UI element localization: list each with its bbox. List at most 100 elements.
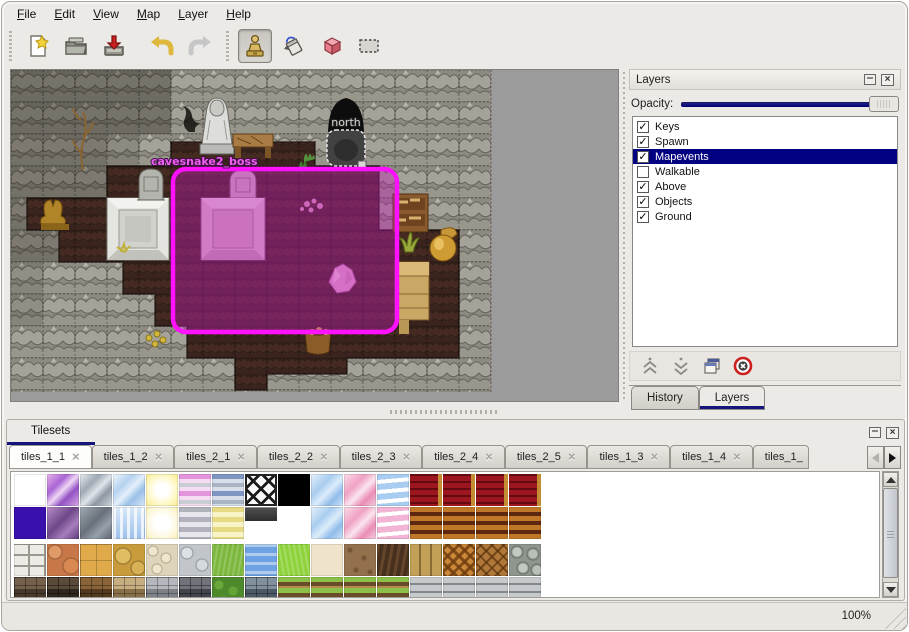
close-tab-icon[interactable]: × [733, 451, 741, 463]
tile-swatch-water2[interactable] [245, 544, 277, 576]
layer-row-above[interactable]: ✓Above [633, 179, 897, 194]
layer-visible-checkbox[interactable] [637, 166, 649, 178]
redo-button[interactable] [183, 29, 217, 63]
tileset-tab-tiles_2_3[interactable]: tiles_2_3× [340, 445, 423, 469]
layer-row-spawn[interactable]: ✓Spawn [633, 134, 897, 149]
tile-swatch-stone-tan[interactable] [113, 577, 145, 598]
tileset-tab-tiles_1_3[interactable]: tiles_1_3× [587, 445, 670, 469]
tile-swatch-grass[interactable] [212, 544, 244, 576]
tile-swatch-stripes-blue[interactable] [212, 474, 244, 506]
tile-swatch-planks-orange[interactable] [509, 507, 541, 539]
close-tilesets-icon[interactable]: × [886, 427, 899, 439]
tileset-tab-tiles_1_2[interactable]: tiles_1_2× [92, 445, 175, 469]
tile-swatch-planks-orange[interactable] [410, 507, 442, 539]
tile-swatch-glass-purple2[interactable] [47, 507, 79, 539]
tile-swatch-curtain-pink[interactable] [377, 507, 409, 539]
tile-swatch-lattice[interactable] [245, 474, 277, 506]
toolbar-drag-handle[interactable] [7, 31, 14, 61]
tile-swatch-wood-dark[interactable] [377, 544, 409, 576]
tile-swatch-stripes-yellow[interactable] [212, 507, 244, 539]
tile-swatch-farm[interactable] [311, 577, 343, 598]
tile-swatch-glow-pale[interactable] [146, 507, 178, 539]
tileset-tab-tiles_2_1[interactable]: tiles_2_1× [174, 445, 257, 469]
layer-visible-checkbox[interactable]: ✓ [637, 196, 649, 208]
undo-button[interactable] [145, 29, 179, 63]
tile-swatch-carpet-red[interactable] [476, 474, 508, 506]
select-tool-button[interactable] [352, 29, 386, 63]
event-selection[interactable] [173, 169, 397, 332]
tile-swatch-glass-gray[interactable] [80, 474, 112, 506]
tile-swatch-curtain-blue[interactable] [377, 474, 409, 506]
duplicate-layer-button[interactable] [700, 354, 724, 378]
fill-tool-button[interactable] [276, 29, 310, 63]
tile-swatch-planks-orange[interactable] [443, 507, 475, 539]
tile-swatch-pebbles[interactable] [146, 544, 178, 576]
tileset-tab-tiles_1[interactable]: tiles_1_× [753, 445, 809, 469]
tile-swatch-brick-blue[interactable] [245, 577, 277, 598]
close-tab-icon[interactable]: × [403, 451, 411, 463]
close-tab-icon[interactable]: × [155, 451, 163, 463]
menu-file[interactable]: File [8, 5, 45, 23]
layer-row-keys[interactable]: ✓Keys [633, 119, 897, 134]
close-tab-icon[interactable]: × [568, 451, 576, 463]
tile-swatch-brick-dark2[interactable] [47, 577, 79, 598]
close-tab-icon[interactable]: × [320, 451, 328, 463]
tile-swatch-stone-planks[interactable] [476, 577, 508, 598]
close-tab-icon[interactable]: × [485, 451, 493, 463]
opacity-slider-handle[interactable] [869, 96, 899, 112]
tile-swatch-brick-dark[interactable] [14, 577, 46, 598]
tile-swatch-carpet-red[interactable] [509, 474, 541, 506]
tile-swatch-dirt[interactable] [344, 544, 376, 576]
tile-swatch-grass-bright[interactable] [278, 544, 310, 576]
layer-row-ground[interactable]: ✓Ground [633, 209, 897, 224]
lower-layer-button[interactable] [669, 354, 693, 378]
menu-help[interactable]: Help [217, 5, 260, 23]
eraser-tool-button[interactable] [314, 29, 348, 63]
layer-visible-checkbox[interactable]: ✓ [637, 181, 649, 193]
scroll-up-button[interactable] [883, 472, 898, 487]
vertical-splitter[interactable] [620, 72, 627, 400]
tile-swatch-indigo[interactable] [14, 507, 46, 539]
tool-group-drag-handle[interactable] [224, 31, 231, 61]
resize-grip[interactable] [884, 607, 906, 629]
tile-swatch-hedge[interactable] [212, 577, 244, 598]
tileset-grid[interactable] [10, 471, 880, 598]
tile-swatch-sand[interactable] [311, 544, 343, 576]
tile-swatch-stone-wall-gray[interactable] [146, 577, 178, 598]
opacity-slider[interactable] [681, 95, 899, 113]
tileset-tab-tiles_2_5[interactable]: tiles_2_5× [505, 445, 588, 469]
tile-swatch-farm[interactable] [278, 577, 310, 598]
tile-swatch-farm[interactable] [377, 577, 409, 598]
new-map-button[interactable] [21, 29, 55, 63]
tile-swatch-glass-purple[interactable] [47, 474, 79, 506]
tile-swatch-carpet-red[interactable] [410, 474, 442, 506]
tile-swatch-glass-blue2[interactable] [311, 507, 343, 539]
tile-swatch-stone-gold[interactable] [113, 544, 145, 576]
stamp-tool-button[interactable] [238, 29, 272, 63]
scrollbar-thumb[interactable] [883, 488, 898, 578]
tile-swatch-glass-gray2[interactable] [80, 507, 112, 539]
tileset-tab-tiles_2_4[interactable]: tiles_2_4× [422, 445, 505, 469]
tile-swatch-wicker[interactable] [443, 544, 475, 576]
menu-layer[interactable]: Layer [169, 5, 217, 23]
tile-swatch-stone-planks[interactable] [410, 577, 442, 598]
menu-edit[interactable]: Edit [45, 5, 84, 23]
tile-swatch-water-anim[interactable] [113, 507, 145, 539]
tile-swatch-brick-brown[interactable] [80, 577, 112, 598]
tileset-tab-tiles_1_1[interactable]: tiles_1_1× [9, 445, 92, 469]
tile-swatch-glass-pink[interactable] [344, 474, 376, 506]
tile-swatch-carpet-red[interactable] [443, 474, 475, 506]
float-tilesets-icon[interactable] [869, 427, 881, 438]
tile-swatch-logs[interactable] [509, 544, 541, 576]
layer-row-objects[interactable]: ✓Objects [633, 194, 897, 209]
close-tab-icon[interactable]: × [651, 451, 659, 463]
layer-visible-checkbox[interactable]: ✓ [637, 151, 649, 163]
tileset-scrollbar[interactable] [882, 471, 899, 598]
tile-swatch-stone-planks[interactable] [509, 577, 541, 598]
layer-row-mapevents[interactable]: ✓Mapevents [633, 149, 897, 164]
layer-visible-checkbox[interactable]: ✓ [637, 121, 649, 133]
gravestone-object[interactable] [137, 169, 165, 200]
scroll-down-button[interactable] [883, 582, 898, 597]
tile-swatch-stripes-pink[interactable] [179, 474, 211, 506]
scroll-tabs-right-button[interactable] [884, 446, 901, 469]
